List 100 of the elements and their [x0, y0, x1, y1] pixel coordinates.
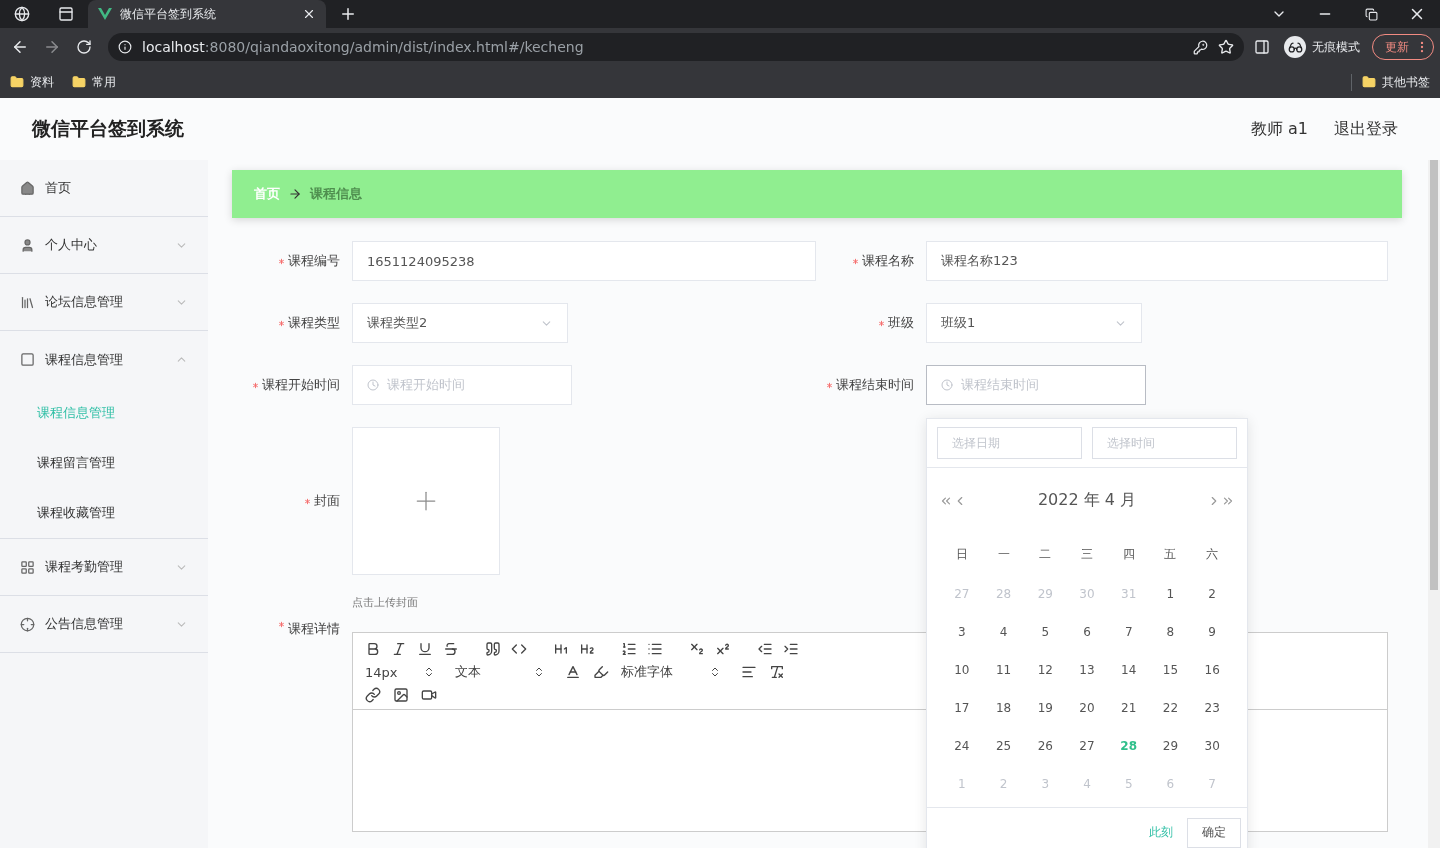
calendar-day[interactable]: 26 [1024, 727, 1067, 765]
weekday-label: 三 [1080, 545, 1094, 563]
home-icon [20, 180, 35, 196]
key-icon[interactable] [1193, 39, 1208, 55]
calendar-day[interactable]: 30 [1191, 727, 1233, 765]
font-size-select[interactable]: 14px [365, 664, 435, 680]
weekday-label: 四 [1121, 545, 1136, 563]
calendar-day[interactable]: 11 [982, 651, 1025, 689]
folder-icon [1362, 75, 1376, 89]
bold-icon[interactable] [365, 641, 381, 657]
calendar-day[interactable]: 10 [941, 651, 983, 689]
calendar-day[interactable]: 21 [1107, 689, 1150, 727]
sidebar-item[interactable]: 公告信息管理 [0, 596, 208, 653]
logout-link[interactable]: 退出登录 [1334, 118, 1398, 140]
calendar-day[interactable]: 2 [1191, 575, 1233, 613]
up-down-caret-icon [709, 666, 721, 678]
superscript-icon[interactable] [715, 641, 731, 657]
highlight-icon[interactable] [593, 664, 609, 680]
sidebar-item[interactable]: 课程信息管理 [0, 331, 208, 388]
sidebar-item[interactable]: 课程考勤管理 [0, 539, 208, 596]
calendar-day[interactable]: 27 [1066, 727, 1108, 765]
restore-icon[interactable] [1364, 7, 1378, 21]
calendar-day[interactable]: 1 [1149, 575, 1192, 613]
calendar-day[interactable]: 22 [1149, 689, 1192, 727]
field-label: 课程类型 [288, 314, 340, 332]
bars-icon [20, 294, 35, 310]
weekday-label: 二 [1038, 545, 1053, 563]
calendar-day[interactable]: 14 [1107, 651, 1150, 689]
calendar-day[interactable]: 20 [1066, 689, 1108, 727]
outdent-icon[interactable] [757, 641, 773, 657]
quote-icon[interactable] [485, 641, 501, 657]
calendar-day[interactable]: 12 [1024, 651, 1067, 689]
field-label: 课程开始时间 [262, 376, 340, 394]
heading-select[interactable]: 文本 [455, 663, 545, 681]
up-down-caret-icon [423, 666, 435, 678]
submenu-item[interactable]: 课程收藏管理 [0, 488, 208, 538]
link-icon[interactable] [365, 687, 381, 703]
calendar-day[interactable]: 19 [1024, 689, 1067, 727]
bookmark-folder[interactable]: 资料 [10, 73, 54, 91]
text-field[interactable]: 1651124095238 [352, 241, 816, 281]
sidebar-item[interactable]: 论坛信息管理 [0, 274, 208, 331]
text-field[interactable]: 课程名称123 [926, 241, 1388, 281]
calendar-day[interactable]: 29 [1149, 727, 1192, 765]
calendar-day[interactable]: 18 [982, 689, 1025, 727]
strikethrough-icon[interactable] [443, 641, 459, 657]
align-left-icon[interactable] [741, 664, 757, 680]
image-icon[interactable] [393, 687, 409, 703]
globe-icon[interactable] [14, 6, 30, 22]
font-family-select[interactable]: 标准字体 [621, 663, 721, 681]
clear-format-icon[interactable] [769, 664, 785, 680]
ordered-list-icon[interactable] [621, 641, 637, 657]
sidebar-item[interactable]: 首页 [0, 160, 208, 217]
weekday-label: 六 [1205, 545, 1220, 563]
field-label: 课程详情 [288, 620, 340, 638]
select-field[interactable]: 课程类型2 [352, 303, 568, 343]
breadcrumb-item: 课程信息 [310, 185, 362, 203]
submenu-item[interactable]: 课程留言管理 [0, 438, 208, 488]
calendar-day[interactable]: 16 [1191, 651, 1233, 689]
field-label: 课程结束时间 [836, 376, 914, 394]
bullet-list-icon[interactable] [647, 641, 663, 657]
month-title: 2022 年 4 月 [1036, 490, 1138, 511]
select-field[interactable]: 班级1 [926, 303, 1142, 343]
side-panel-icon[interactable] [1254, 39, 1270, 55]
indent-icon[interactable] [783, 641, 799, 657]
italic-icon[interactable] [391, 641, 407, 657]
star-icon[interactable] [1218, 39, 1234, 55]
bookmark-folder[interactable]: 常用 [72, 73, 116, 91]
field-label: 课程编号 [288, 252, 340, 270]
heading-two-icon[interactable] [579, 641, 595, 657]
upload-hint: 点击上传封面 [352, 595, 419, 610]
bookmark-folder[interactable]: 其他书签 [1362, 73, 1430, 91]
v-logo-icon [98, 8, 112, 20]
field-label: 封面 [314, 492, 340, 510]
text-color-icon[interactable] [565, 664, 581, 680]
close-tab-icon[interactable] [302, 7, 316, 21]
calendar-day[interactable]: 24 [941, 727, 983, 765]
confirm-button[interactable]: 确定 [1187, 817, 1241, 848]
subscript-icon[interactable] [689, 641, 705, 657]
sidebar-item[interactable]: 个人中心 [0, 217, 208, 274]
calendar-day[interactable]: 25 [982, 727, 1025, 765]
browser-tab[interactable]: 微信平台签到系统 [88, 0, 326, 28]
heading-one-icon[interactable] [553, 641, 569, 657]
field-label: 班级 [888, 314, 914, 332]
window-icon[interactable] [58, 6, 74, 22]
weekday-label: 一 [996, 545, 1011, 563]
calendar-day[interactable]: 17 [941, 689, 983, 727]
forward-arrow-icon[interactable] [43, 38, 61, 56]
reload-icon[interactable] [76, 39, 92, 55]
calendar-day[interactable]: 13 [1066, 651, 1108, 689]
field-label: 课程名称 [862, 252, 914, 270]
folder-icon [10, 75, 24, 89]
address-bar[interactable]: localhost:8080/qiandaoxitong/admin/dist/index.html#/kecheng [108, 33, 1244, 61]
calendar-day[interactable]: 23 [1191, 689, 1233, 727]
calendar-day[interactable]: 15 [1149, 651, 1192, 689]
new-tab-icon[interactable] [339, 5, 357, 23]
scrollbar[interactable] [1428, 160, 1440, 848]
weekday-label: 五 [1163, 545, 1178, 563]
underline-icon[interactable] [417, 641, 433, 657]
video-icon[interactable] [421, 687, 437, 703]
code-icon[interactable] [511, 641, 527, 657]
